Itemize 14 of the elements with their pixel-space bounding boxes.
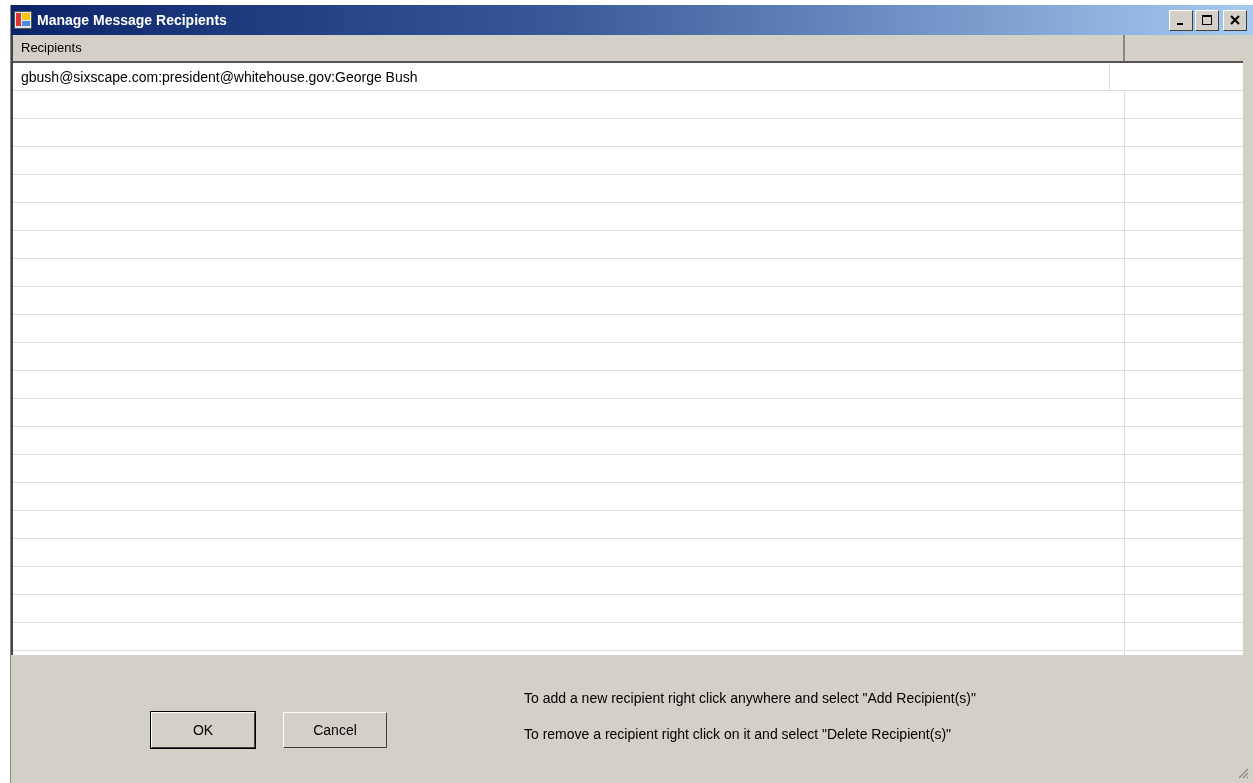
minimize-button[interactable] [1169, 9, 1193, 31]
ok-button[interactable]: OK [151, 712, 255, 748]
maximize-icon [1202, 15, 1212, 25]
help-text: To add a new recipient right click anywhere and select "Add Recipient(s)" [524, 690, 976, 706]
minimize-icon [1176, 22, 1183, 25]
maximize-button[interactable] [1195, 9, 1219, 31]
app-icon [14, 11, 32, 29]
close-button[interactable] [1223, 9, 1247, 31]
help-text: To remove a recipient right click on it and select "Delete Recipient(s)" [524, 726, 952, 742]
cancel-button[interactable]: Cancel [283, 712, 387, 748]
resize-grip-icon[interactable] [1237, 767, 1249, 779]
table-cell: gbush@sixscape.com:president@whitehouse.gov:George Bush [13, 63, 1110, 90]
close-icon [1230, 15, 1240, 25]
window-title: Manage Message Recipients [37, 12, 227, 28]
